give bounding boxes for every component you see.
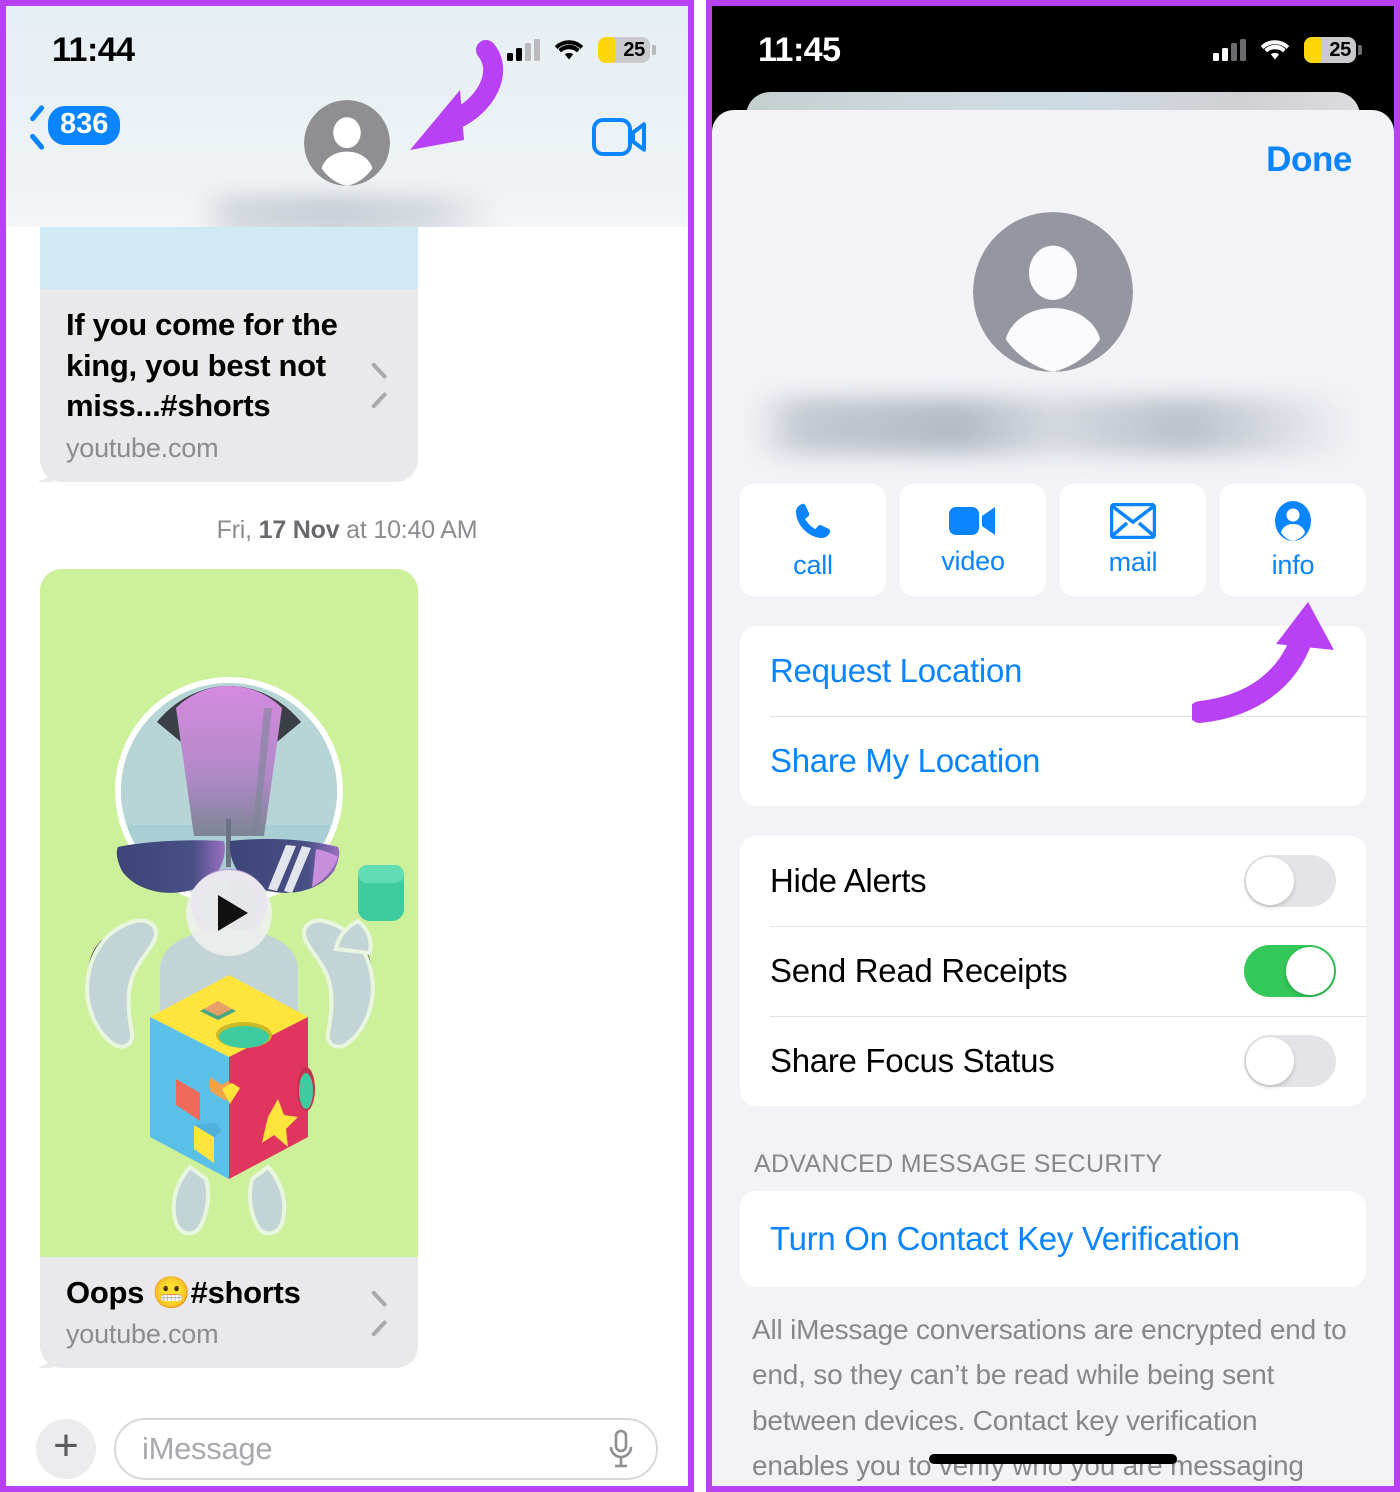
hide-alerts-toggle[interactable] xyxy=(1244,855,1336,907)
battery-icon: 25 xyxy=(598,37,656,63)
status-indicators: 25 xyxy=(507,37,656,63)
cellular-icon xyxy=(1213,39,1246,61)
imessage-placeholder: iMessage xyxy=(142,1431,273,1466)
link-title: Oops 😬#shorts xyxy=(66,1274,301,1310)
facetime-button[interactable] xyxy=(591,100,648,161)
message-composer: + iMessage xyxy=(6,1400,688,1486)
play-button[interactable] xyxy=(186,869,272,956)
wifi-icon xyxy=(554,40,584,60)
link-title: If you come for the king, you best not m… xyxy=(66,307,338,424)
send-read-receipts-row[interactable]: Send Read Receipts xyxy=(740,926,1366,1016)
link-host: youtube.com xyxy=(66,1319,219,1350)
request-location-label: Request Location xyxy=(770,652,1023,689)
play-icon xyxy=(218,894,248,931)
contact-avatar-placeholder[interactable] xyxy=(304,100,391,186)
contact-action-row: call video mail info xyxy=(712,454,1394,596)
toggle-group: Hide Alerts Send Read Receipts Share Foc… xyxy=(740,836,1366,1106)
video-camera-icon xyxy=(591,118,646,156)
location-group: Request Location Share My Location xyxy=(740,626,1366,806)
request-location-row[interactable]: Request Location xyxy=(740,626,1366,716)
contact-detail-sheet: Done call video mail info Request Locati… xyxy=(712,110,1394,1486)
send-read-receipts-toggle[interactable] xyxy=(1244,945,1336,997)
share-focus-status-label: Share Focus Status xyxy=(770,1042,1055,1079)
share-focus-status-toggle[interactable] xyxy=(1244,1035,1336,1087)
action-label: info xyxy=(1271,549,1315,580)
wifi-icon xyxy=(1260,40,1290,60)
message-timestamp: Fri, 17 Nov at 10:40 AM xyxy=(216,515,478,544)
battery-percent: 25 xyxy=(1329,38,1351,61)
hide-alerts-label: Hide Alerts xyxy=(770,862,927,899)
video-camera-icon xyxy=(949,506,995,535)
sheet-header: Done xyxy=(712,110,1394,210)
action-label: call xyxy=(793,549,833,580)
video-button[interactable]: video xyxy=(900,484,1046,596)
chevron-left-icon xyxy=(28,111,44,141)
add-attachment-button[interactable]: + xyxy=(36,1419,96,1479)
mail-button[interactable]: mail xyxy=(1060,484,1206,596)
link-preview-image xyxy=(40,227,418,289)
contact-hero xyxy=(712,210,1394,454)
back-button[interactable]: 836 xyxy=(28,100,121,146)
contact-name-blurred xyxy=(753,398,1353,454)
person-circle-icon xyxy=(1275,500,1311,541)
microphone-icon[interactable] xyxy=(608,1429,634,1469)
security-group: Turn On Contact Key Verification xyxy=(740,1191,1366,1287)
done-button[interactable]: Done xyxy=(1266,140,1352,180)
share-my-location-label: Share My Location xyxy=(770,742,1041,779)
contact-header[interactable] xyxy=(197,100,498,236)
send-read-receipts-label: Send Read Receipts xyxy=(770,952,1068,989)
bubble-tail xyxy=(31,460,53,482)
status-time: 11:44 xyxy=(52,30,135,69)
screenshot-stage: 11:44 25 836 If you come for the king, y… xyxy=(0,0,1400,1492)
video-link-preview-thumbnail[interactable] xyxy=(40,568,418,1257)
advanced-message-security-header: ADVANCED MESSAGE SECURITY xyxy=(754,1150,1163,1178)
battery-percent: 25 xyxy=(623,38,645,61)
cellular-icon xyxy=(507,39,540,61)
right-status-bar: 11:45 25 xyxy=(712,6,1394,94)
info-button[interactable]: info xyxy=(1220,484,1366,596)
chevron-right-icon[interactable] xyxy=(376,367,394,401)
hide-alerts-row[interactable]: Hide Alerts xyxy=(740,836,1366,926)
unread-count-badge: 836 xyxy=(48,106,121,146)
message-thread[interactable]: If you come for the king, you best not m… xyxy=(6,227,688,1400)
chevron-right-icon[interactable] xyxy=(376,1295,394,1329)
conversation-nav-bar: 836 xyxy=(6,94,688,236)
bubble-tail xyxy=(31,1346,53,1368)
imessage-input[interactable]: iMessage xyxy=(114,1418,658,1480)
turn-on-contact-key-verification-label: Turn On Contact Key Verification xyxy=(770,1220,1240,1257)
phone-icon xyxy=(796,503,831,538)
left-status-bar: 11:44 25 xyxy=(6,6,688,94)
action-label: video xyxy=(941,545,1005,576)
share-my-location-row[interactable]: Share My Location xyxy=(740,716,1366,806)
home-indicator[interactable] xyxy=(929,1454,1177,1464)
left-phone-screenshot: 11:44 25 836 If you come for the king, y… xyxy=(0,0,694,1492)
message-bubble-link-1[interactable]: If you come for the king, you best not m… xyxy=(40,289,418,482)
battery-icon: 25 xyxy=(1304,37,1362,63)
share-focus-status-row[interactable]: Share Focus Status xyxy=(740,1016,1366,1106)
turn-on-contact-key-verification-row[interactable]: Turn On Contact Key Verification xyxy=(740,1191,1366,1287)
envelope-icon xyxy=(1110,502,1156,539)
call-button[interactable]: call xyxy=(740,484,886,596)
message-bubble-link-2[interactable]: Oops 😬#shorts youtube.com xyxy=(40,1256,418,1369)
link-host: youtube.com xyxy=(66,432,219,463)
status-time: 11:45 xyxy=(758,30,841,69)
action-label: mail xyxy=(1108,546,1158,577)
right-phone-screenshot: 11:45 25 Done call video mail info Reque… xyxy=(706,0,1400,1492)
contact-avatar-placeholder[interactable] xyxy=(973,212,1133,372)
status-indicators: 25 xyxy=(1213,37,1362,63)
